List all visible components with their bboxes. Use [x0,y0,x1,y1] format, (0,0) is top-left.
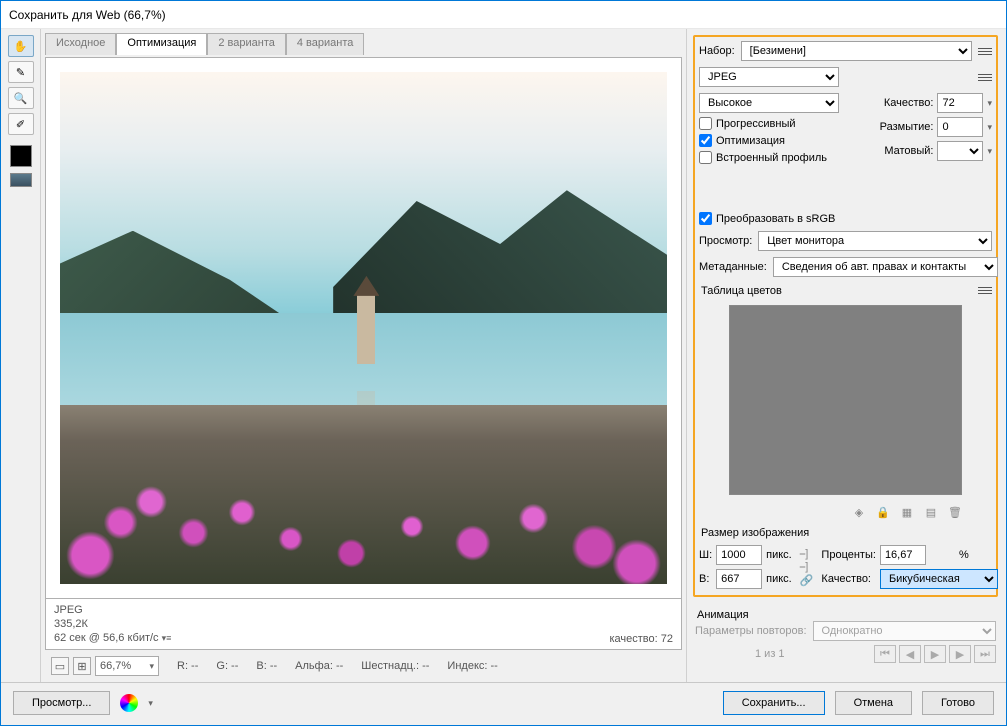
quality-preset-select[interactable]: Высокое [699,93,839,113]
center-panel: Исходное Оптимизация 2 варианта 4 вариан… [41,29,686,682]
toggle-slices-icon[interactable] [10,173,32,187]
last-frame-button[interactable]: ⏭ [974,645,996,663]
tab-4up[interactable]: 4 варианта [286,33,365,55]
status-r: R: -- [177,660,198,672]
main-area: ✋ ✎ 🔍 ✐ Исходное Оптимизация 2 варианта … [1,29,1006,682]
colortable-title: Таблица цветов [699,283,782,297]
right-panel: Набор: [Безимени] JPEG Высокое Прогресси… [686,29,1006,682]
save-button[interactable]: Сохранить... [723,691,825,715]
next-frame-button[interactable]: ▶ [949,645,971,663]
status-bar: ▭ ⊞ 66,7%▾ R: -- G: -- B: -- Альфа: -- Ш… [45,650,682,682]
settings-highlight: Набор: [Безимени] JPEG Высокое Прогресси… [693,35,998,597]
tab-2up[interactable]: 2 варианта [207,33,286,55]
image-info-bar: JPEG 335,2К 62 сек @ 56,6 кбит/с ▾≡ каче… [45,599,682,650]
imagesize-title: Размер изображения [699,525,992,539]
animation-section: Анимация Параметры повторов:Однократно 1… [693,603,998,667]
tab-original[interactable]: Исходное [45,33,116,55]
eyedropper-tool[interactable]: ✐ [8,113,34,135]
preset-menu-icon[interactable] [978,48,992,55]
colortable-toolbar: ◈ 🔒 ▦ ▤ 🗑 [699,503,992,519]
toolstrip: ✋ ✎ 🔍 ✐ [1,29,41,682]
titlebar: Сохранить для Web (66,7%) [1,1,1006,29]
ct-lock-icon[interactable]: 🔒 [876,505,890,519]
link-icon[interactable]: ⎯]⎯] 🔗 [800,548,814,587]
anim-title: Анимация [695,607,996,621]
width-input[interactable] [716,545,762,565]
preset-select[interactable]: [Безимени] [741,41,972,61]
window-title: Сохранить для Web (66,7%) [9,8,166,22]
first-frame-button[interactable]: ⏮ [874,645,896,663]
tab-optimized[interactable]: Оптимизация [116,33,207,55]
zoom-select[interactable]: 66,7%▾ [95,656,159,676]
srgb-checkbox[interactable] [699,212,712,225]
resample-select[interactable]: Бикубическая [880,569,998,589]
status-alpha: Альфа: -- [295,660,343,672]
matte-select[interactable] [937,141,983,161]
image-viewport[interactable] [45,57,682,599]
icc-checkbox[interactable] [699,151,712,164]
info-format: JPEG [54,603,171,617]
preset-label: Набор: [699,45,735,57]
bottom-bar: Просмотр... ▾ Сохранить... Отмена Готово [1,682,1006,725]
play-button[interactable]: ▶ [924,645,946,663]
color-table [729,305,962,495]
cancel-button[interactable]: Отмена [835,691,912,715]
foreground-swatch[interactable] [10,145,32,167]
status-g: G: -- [216,660,238,672]
view-tabs: Исходное Оптимизация 2 варианта 4 вариан… [45,33,682,55]
quality-input[interactable] [937,93,983,113]
info-quality: качество: 72 [609,633,673,645]
height-input[interactable] [716,569,762,589]
ct-map-icon[interactable]: ▤ [924,505,938,519]
loop-select: Однократно [813,621,996,641]
ct-trash-icon[interactable]: 🗑 [948,505,962,519]
info-menu-icon[interactable]: ▾≡ [162,633,172,643]
zoom-tool[interactable]: 🔍 [8,87,34,109]
quality-stepper[interactable]: ▾ [987,98,992,109]
info-size: 335,2К [54,617,171,631]
ct-eyedrop-icon[interactable]: ◈ [852,505,866,519]
hand-tool[interactable]: ✋ [8,35,34,57]
slice-tool[interactable]: ✎ [8,61,34,83]
optimize-checkbox[interactable] [699,134,712,147]
metadata-select[interactable]: Сведения об авт. правах и контакты [773,257,998,277]
colortable-menu-icon[interactable] [978,287,992,294]
progressive-checkbox[interactable] [699,117,712,130]
info-time: 62 сек @ 56,6 кбит/с [54,632,159,644]
preview-select[interactable]: Цвет монитора [758,231,992,251]
browser-preview-icon[interactable] [120,694,138,712]
status-b: B: -- [256,660,277,672]
status-hex: Шестнадц.: -- [361,660,429,672]
ct-new-icon[interactable]: ▦ [900,505,914,519]
zoom-in-button[interactable]: ⊞ [73,657,91,675]
format-select[interactable]: JPEG [699,67,839,87]
format-menu-icon[interactable] [978,74,992,81]
prev-frame-button[interactable]: ◀ [899,645,921,663]
frame-indicator: 1 из 1 [755,648,785,660]
blur-stepper[interactable]: ▾ [987,122,992,133]
blur-input[interactable] [937,117,983,137]
zoom-out-button[interactable]: ▭ [51,657,69,675]
percent-input[interactable] [880,545,926,565]
done-button[interactable]: Готово [922,691,994,715]
status-index: Индекс: -- [447,660,497,672]
preview-button[interactable]: Просмотр... [13,691,110,715]
preview-image [60,72,667,584]
